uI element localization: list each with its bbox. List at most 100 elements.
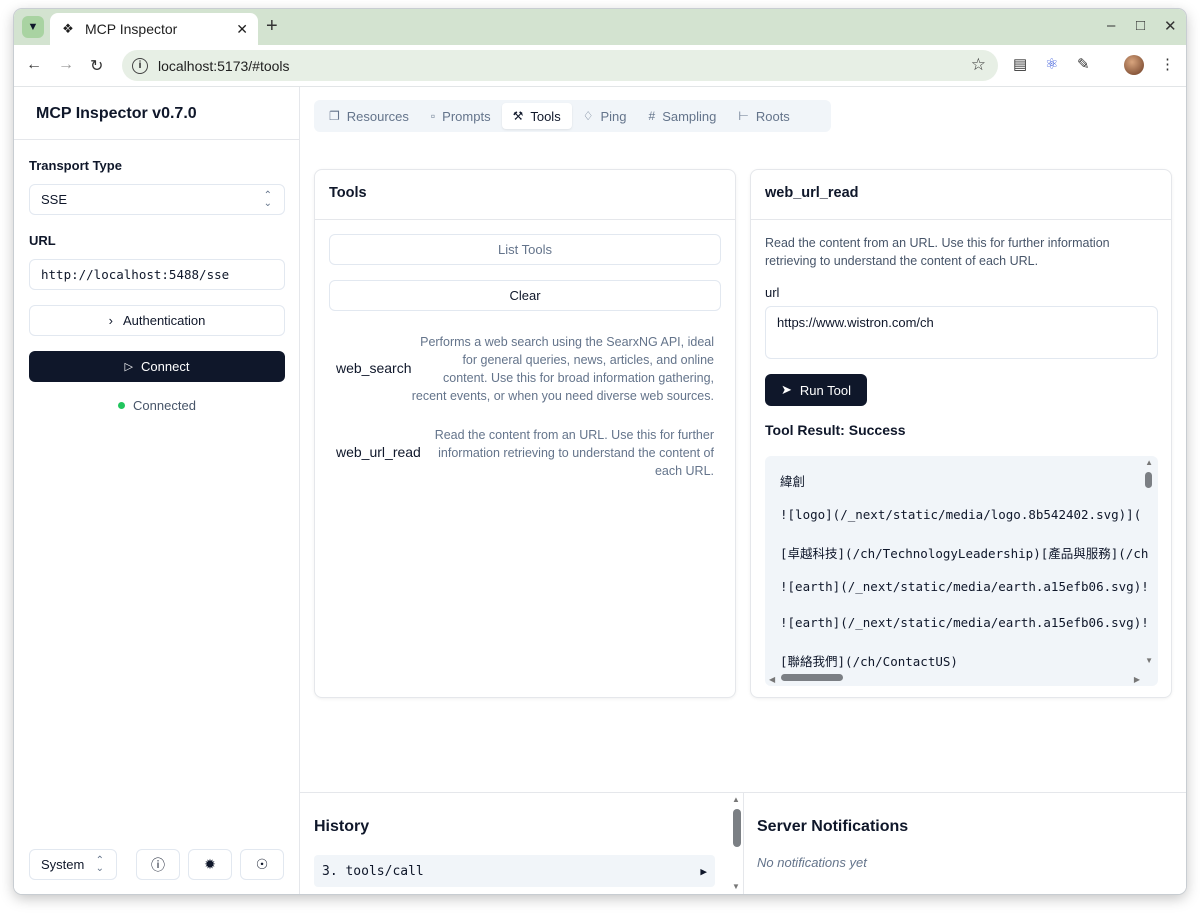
- files-icon: ❐: [329, 109, 340, 123]
- mcp-logo-icon: ❖: [62, 21, 74, 36]
- url-param-input[interactable]: https://www.wistron.com/ch: [765, 306, 1158, 359]
- tool-detail-card: web_url_read Read the content from an UR…: [750, 169, 1172, 698]
- history-item-label: 3. tools/call: [322, 863, 424, 879]
- tool-item-web-url-read[interactable]: web_url_read: [336, 444, 421, 460]
- url-input[interactable]: http://localhost:5488/sse: [29, 259, 285, 290]
- github-button[interactable]: ☉: [240, 849, 284, 880]
- history-title: History: [314, 818, 370, 835]
- connect-label: Connect: [141, 359, 190, 374]
- browser-window: ▼ ❖ MCP Inspector ✕ + – □ ✕ ← → ↻ i loca…: [14, 9, 1186, 894]
- tab-title: MCP Inspector: [85, 21, 178, 37]
- result-line: ![earth](/_next/static/media/earth.a15ef…: [780, 579, 1149, 594]
- list-tools-button[interactable]: List Tools: [329, 234, 721, 265]
- result-line: ![logo](/_next/static/media/logo.8b54240…: [780, 507, 1142, 522]
- transport-type-select[interactable]: SSE ⌃ ⌄: [29, 184, 285, 215]
- extension-chat-icon[interactable]: ▤: [1013, 55, 1027, 73]
- connect-button[interactable]: ▷ Connect: [29, 351, 285, 382]
- scroll-up-icon[interactable]: ▲: [732, 795, 740, 804]
- run-tool-button[interactable]: ➤ Run Tool: [765, 374, 867, 406]
- panel-divider[interactable]: [743, 793, 744, 894]
- tools-card: Tools List Tools Clear web_search Perfor…: [314, 169, 736, 698]
- minimize-icon[interactable]: –: [1107, 17, 1115, 34]
- transport-type-label: Transport Type: [29, 158, 122, 173]
- browser-toolbar: ← → ↻ i localhost:5173/#tools ☆ ▤ ⚛ ✎ ⋮: [14, 45, 1186, 87]
- run-tool-label: Run Tool: [799, 382, 851, 398]
- sidebar-divider: [14, 139, 299, 140]
- scroll-left-icon[interactable]: ◀: [769, 675, 775, 684]
- server-notifications-title: Server Notifications: [757, 818, 909, 835]
- tool-description: Performs a web search using the SearxNG …: [411, 335, 714, 403]
- back-icon[interactable]: ←: [26, 56, 42, 74]
- profile-avatar[interactable]: [1124, 55, 1144, 75]
- status-text: Connected: [133, 398, 196, 413]
- result-line: ![earth](/_next/static/media/earth.a15ef…: [780, 615, 1149, 630]
- tab-strip: ▼ ❖ MCP Inspector ✕ + – □ ✕: [14, 9, 1186, 45]
- scroll-up-icon[interactable]: ▲: [1145, 458, 1153, 467]
- address-bar[interactable]: i localhost:5173/#tools ☆: [122, 50, 998, 81]
- theme-value: System: [41, 857, 85, 872]
- result-line: 緯創: [780, 474, 806, 489]
- status-dot: [118, 402, 126, 409]
- tab-search-icon[interactable]: ▼: [22, 16, 44, 38]
- chevron-right-icon: ›: [108, 313, 113, 328]
- scroll-right-icon[interactable]: ▶: [1134, 675, 1140, 684]
- scroll-down-icon[interactable]: ▼: [1145, 656, 1153, 665]
- tab-ping[interactable]: ♢ Ping: [572, 103, 638, 129]
- authentication-button[interactable]: › Authentication: [29, 305, 285, 336]
- tool-result-title: Tool Result: Success: [765, 422, 906, 438]
- sidebar: MCP Inspector v0.7.0 Transport Type SSE …: [14, 87, 300, 894]
- tool-detail-description: Read the content from an URL. Use this f…: [765, 236, 1110, 268]
- tab-tools[interactable]: ⚒ Tools: [501, 103, 572, 129]
- tab-roots[interactable]: ⊢ Roots: [727, 103, 800, 129]
- bug-button[interactable]: ✹: [188, 849, 232, 880]
- url-input-value: http://localhost:5488/sse: [41, 267, 230, 282]
- maximize-icon[interactable]: □: [1136, 17, 1145, 34]
- site-info-icon[interactable]: i: [132, 57, 148, 74]
- transport-type-value: SSE: [41, 192, 68, 207]
- new-tab-icon[interactable]: +: [266, 15, 278, 38]
- scroll-down-icon[interactable]: ▼: [732, 882, 740, 891]
- extensions-puzzle-icon[interactable]: ✎: [1077, 55, 1090, 73]
- hammer-icon: ⚒: [512, 109, 524, 123]
- notifications-empty-text: No notifications yet: [757, 855, 867, 870]
- bell-icon: ♢: [582, 109, 594, 123]
- browser-tab[interactable]: ❖ MCP Inspector ✕: [50, 13, 258, 45]
- history-scrollbar-thumb[interactable]: [733, 809, 741, 847]
- help-circle-icon: ⓘ: [151, 856, 165, 873]
- message-icon: ▫: [430, 109, 436, 123]
- theme-select[interactable]: System ⌃ ⌄: [29, 849, 117, 880]
- tab-prompts[interactable]: ▫ Prompts: [420, 103, 502, 129]
- result-line: [卓越科技](/ch/TechnologyLeadership)[產品與服務](…: [780, 546, 1149, 561]
- bookmark-star-icon[interactable]: ☆: [971, 55, 986, 75]
- tools-card-title: Tools: [315, 170, 735, 220]
- help-button[interactable]: ⓘ: [136, 849, 180, 880]
- close-window-icon[interactable]: ✕: [1164, 17, 1177, 35]
- close-tab-icon[interactable]: ✕: [236, 21, 248, 38]
- tool-item-web-search[interactable]: web_search: [336, 360, 412, 376]
- horizontal-scrollbar-thumb[interactable]: [781, 674, 843, 681]
- extension-react-icon[interactable]: ⚛: [1045, 55, 1058, 73]
- reload-icon[interactable]: ↻: [90, 56, 103, 76]
- url-text: localhost:5173/#tools: [158, 57, 290, 74]
- folder-tree-icon: ⊢: [738, 109, 749, 123]
- vertical-scrollbar-thumb[interactable]: [1145, 472, 1152, 488]
- clear-button[interactable]: Clear: [329, 280, 721, 311]
- tab-resources[interactable]: ❐ Resources: [318, 103, 420, 129]
- connection-status: Connected: [14, 398, 300, 413]
- main-tabs: ❐ Resources ▫ Prompts ⚒ Tools ♢ Ping # Sampli…: [314, 100, 831, 132]
- app-root: MCP Inspector v0.7.0 Transport Type SSE …: [14, 87, 1186, 894]
- history-item[interactable]: 3. tools/call ▶: [314, 855, 715, 887]
- tool-detail-title: web_url_read: [751, 170, 1171, 220]
- forward-icon[interactable]: →: [58, 56, 74, 74]
- app-title: MCP Inspector v0.7.0: [36, 105, 197, 122]
- tool-description: Read the content from an URL. Use this f…: [434, 428, 714, 478]
- github-icon: ☉: [255, 856, 269, 872]
- url-label: URL: [29, 233, 56, 248]
- hash-icon: #: [648, 109, 656, 123]
- browser-menu-icon[interactable]: ⋮: [1160, 55, 1175, 73]
- tab-sampling[interactable]: # Sampling: [638, 103, 728, 129]
- chevron-up-down-icon: ⌃ ⌄: [263, 190, 272, 209]
- main-content: ❐ Resources ▫ Prompts ⚒ Tools ♢ Ping # Sampli…: [300, 87, 1186, 894]
- expand-triangle-icon[interactable]: ▶: [700, 865, 707, 878]
- tool-result-output[interactable]: 緯創 ![logo](/_next/static/media/logo.8b54…: [765, 456, 1158, 686]
